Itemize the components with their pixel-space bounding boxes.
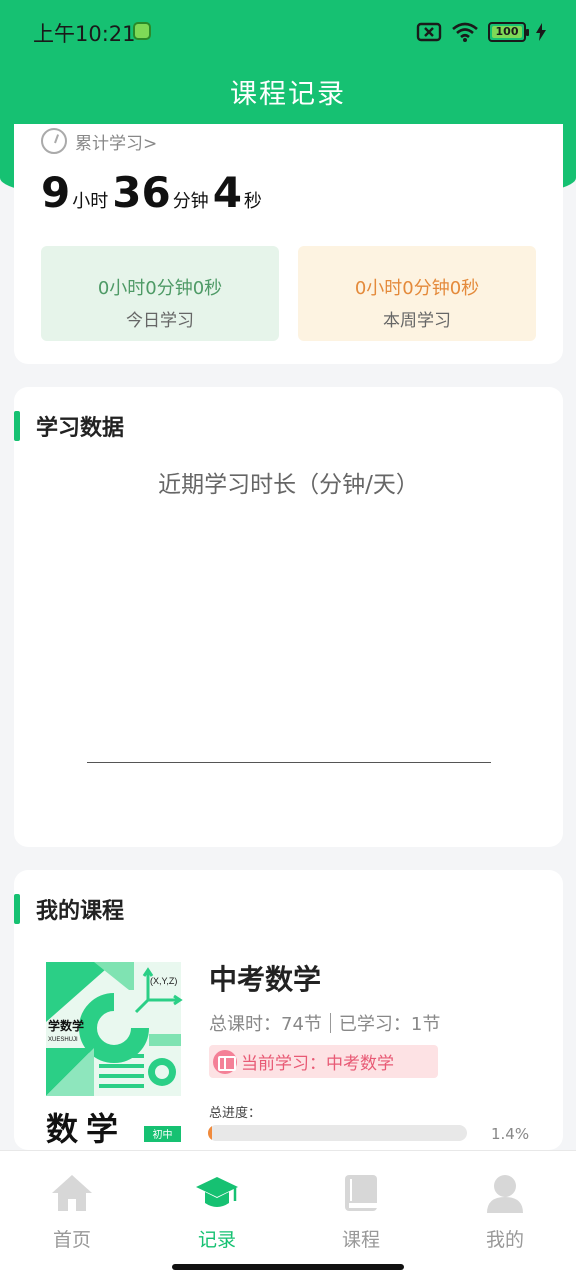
cover-title: 数学 [46, 1110, 126, 1148]
cover-formula: (X,Y,Z) [150, 976, 177, 986]
cover-brand: 学数学 [48, 1018, 84, 1033]
home-icon [52, 1175, 92, 1211]
clock-icon [41, 128, 67, 154]
app-header: 课程记录 [0, 62, 576, 124]
today-study-label: 今日学习 [126, 311, 194, 331]
hours-unit: 小时 [72, 191, 109, 212]
tab-profile[interactable]: 我的 [455, 1171, 555, 1252]
today-study-value: 0小时0分钟0秒 [97, 278, 223, 299]
course-name[interactable]: 中考数学 [209, 958, 321, 998]
minutes-unit: 分钟 [172, 191, 209, 212]
course-cover[interactable]: (X,Y,Z) 学数学 XUESHUJI 数学 初中 [44, 960, 184, 1150]
current-lesson-text: 当前学习：中考数学 [241, 1054, 394, 1074]
status-time: 上午10:21 [33, 22, 136, 46]
tab-courses[interactable]: 课程 [311, 1171, 411, 1252]
total-minutes: 36 [112, 168, 171, 217]
tab-records-label: 记录 [197, 1229, 236, 1251]
tab-home-label: 首页 [52, 1229, 91, 1251]
home-indicator [172, 1264, 404, 1270]
section-accent-bar [14, 411, 20, 441]
tab-profile-label: 我的 [485, 1229, 524, 1251]
tab-home[interactable]: 首页 [22, 1171, 122, 1252]
book-icon [345, 1175, 377, 1211]
open-book-icon [213, 1049, 237, 1074]
cover-brand-sub: XUESHUJI [48, 1037, 78, 1043]
page-title: 课程记录 [230, 79, 346, 110]
profile-icon [487, 1175, 523, 1213]
seconds-unit: 秒 [243, 191, 262, 212]
section-accent-bar [14, 894, 20, 924]
total-seconds: 4 [212, 168, 242, 217]
summary-card: 累计学习> 9 小时 36 分钟 4 秒 0小时0分钟0秒 今日学习 0小时0分… [14, 124, 563, 364]
progress-bar [208, 1125, 467, 1141]
total-hours: 9 [41, 168, 71, 217]
chart-title: 近期学习时长（分钟/天） [158, 472, 419, 498]
study-data-title: 学习数据 [36, 416, 125, 441]
study-data-card: 学习数据 近期学习时长（分钟/天） [14, 387, 563, 847]
cover-badge: 初中 [153, 1128, 173, 1141]
my-courses-header: 我的课程 [14, 894, 124, 924]
chart-x-axis [87, 762, 491, 763]
tab-courses-label: 课程 [341, 1229, 380, 1251]
sim-off-icon [416, 22, 442, 42]
battery-level: 100 [495, 25, 519, 38]
battery-icon: 100 [488, 22, 529, 42]
my-courses-title: 我的课程 [36, 899, 125, 924]
current-lesson-badge[interactable]: 当前学习：中考数学 [209, 1045, 438, 1078]
total-study-label: 累计学习> [75, 133, 158, 154]
study-data-header: 学习数据 [14, 411, 124, 441]
tab-records[interactable]: 记录 [167, 1171, 267, 1252]
wifi-icon [452, 22, 478, 42]
progress-percent: 1.4% [491, 1125, 530, 1143]
meta-divider [329, 1013, 331, 1033]
week-study-value: 0小时0分钟0秒 [354, 278, 480, 299]
week-study-box: 0小时0分钟0秒 本周学习 [298, 246, 536, 341]
status-bar: 上午10:21 100 [0, 0, 576, 62]
my-courses-card: 我的课程 (X,Y,Z) 学数学 XUESHUJI 数学 初中 中考数学 总课时… [14, 870, 563, 1150]
bottom-tab-bar: 首页 记录 课程 我的 [0, 1150, 576, 1280]
progress-bar-fill [208, 1125, 213, 1141]
week-study-label: 本周学习 [383, 311, 451, 331]
course-learned-lessons: 已学习：1节 [338, 1014, 441, 1035]
total-study-link[interactable]: 累计学习> [41, 128, 157, 154]
status-icons: 100 [416, 20, 546, 44]
progress-label: 总进度： [209, 1106, 262, 1121]
total-study-time: 9 小时 36 分钟 4 秒 [41, 168, 266, 217]
graduation-cap-icon [196, 1177, 238, 1207]
course-meta: 总课时：74节 已学习：1节 [209, 1010, 440, 1036]
notification-app-icon [133, 22, 151, 40]
today-study-box: 0小时0分钟0秒 今日学习 [41, 246, 279, 341]
course-total-lessons: 总课时：74节 [209, 1014, 322, 1035]
charging-icon [536, 23, 546, 41]
